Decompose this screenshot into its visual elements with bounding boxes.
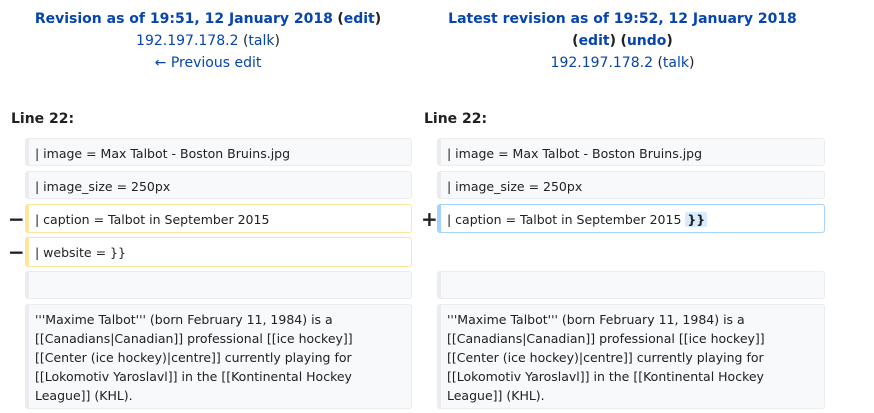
left-revision-link[interactable]: Revision as of 19:51, 12 January 2018 [35,11,333,27]
added-line-text: | caption = Talbot in September 2015 [447,212,682,227]
right-paragraph-line: '''Maxime Talbot''' (born February 11, 1… [437,304,825,409]
right-context-line: | image_size = 250px [437,171,825,199]
diff-page: Revision as of 19:51, 12 January 2018 (e… [0,0,874,413]
left-empty-line [25,271,412,299]
removed-line-marker: − [8,207,25,231]
right-line-number: Line 22: [424,111,488,127]
added-line-marker: + [421,207,438,231]
deleted-line: | caption = Talbot in September 2015 [25,204,412,233]
left-revision-header: Revision as of 19:51, 12 January 2018 (e… [34,11,382,71]
deleted-line: | website = }} [25,237,412,267]
right-revision-header: Latest revision as of 19:52, 12 January … [448,11,797,71]
removed-line-marker: − [8,240,25,264]
left-context-line: | image = Max Talbot - Boston Bruins.jpg [25,138,412,166]
added-line: | caption = Talbot in September 2015 }} [437,204,825,233]
right-context-line: | image = Max Talbot - Boston Bruins.jpg [437,138,825,166]
right-user-link[interactable]: 192.197.178.2 [551,55,653,71]
left-talk-link[interactable]: talk [248,33,274,49]
right-revision-link[interactable]: Latest revision as of 19:52, 12 January … [448,11,797,27]
previous-edit-link[interactable]: ← Previous edit [155,55,262,71]
left-context-line: | image_size = 250px [25,171,412,199]
right-empty-line [437,271,825,299]
left-edit-link[interactable]: edit [344,11,375,27]
right-talk-link[interactable]: talk [663,55,689,71]
left-line-number: Line 22: [11,111,75,127]
undo-link[interactable]: undo [627,33,667,49]
right-edit-link[interactable]: edit [579,33,610,49]
left-user-link[interactable]: 192.197.178.2 [136,33,238,49]
inserted-text: }} [685,212,708,227]
left-paragraph-line: '''Maxime Talbot''' (born February 11, 1… [25,304,412,409]
